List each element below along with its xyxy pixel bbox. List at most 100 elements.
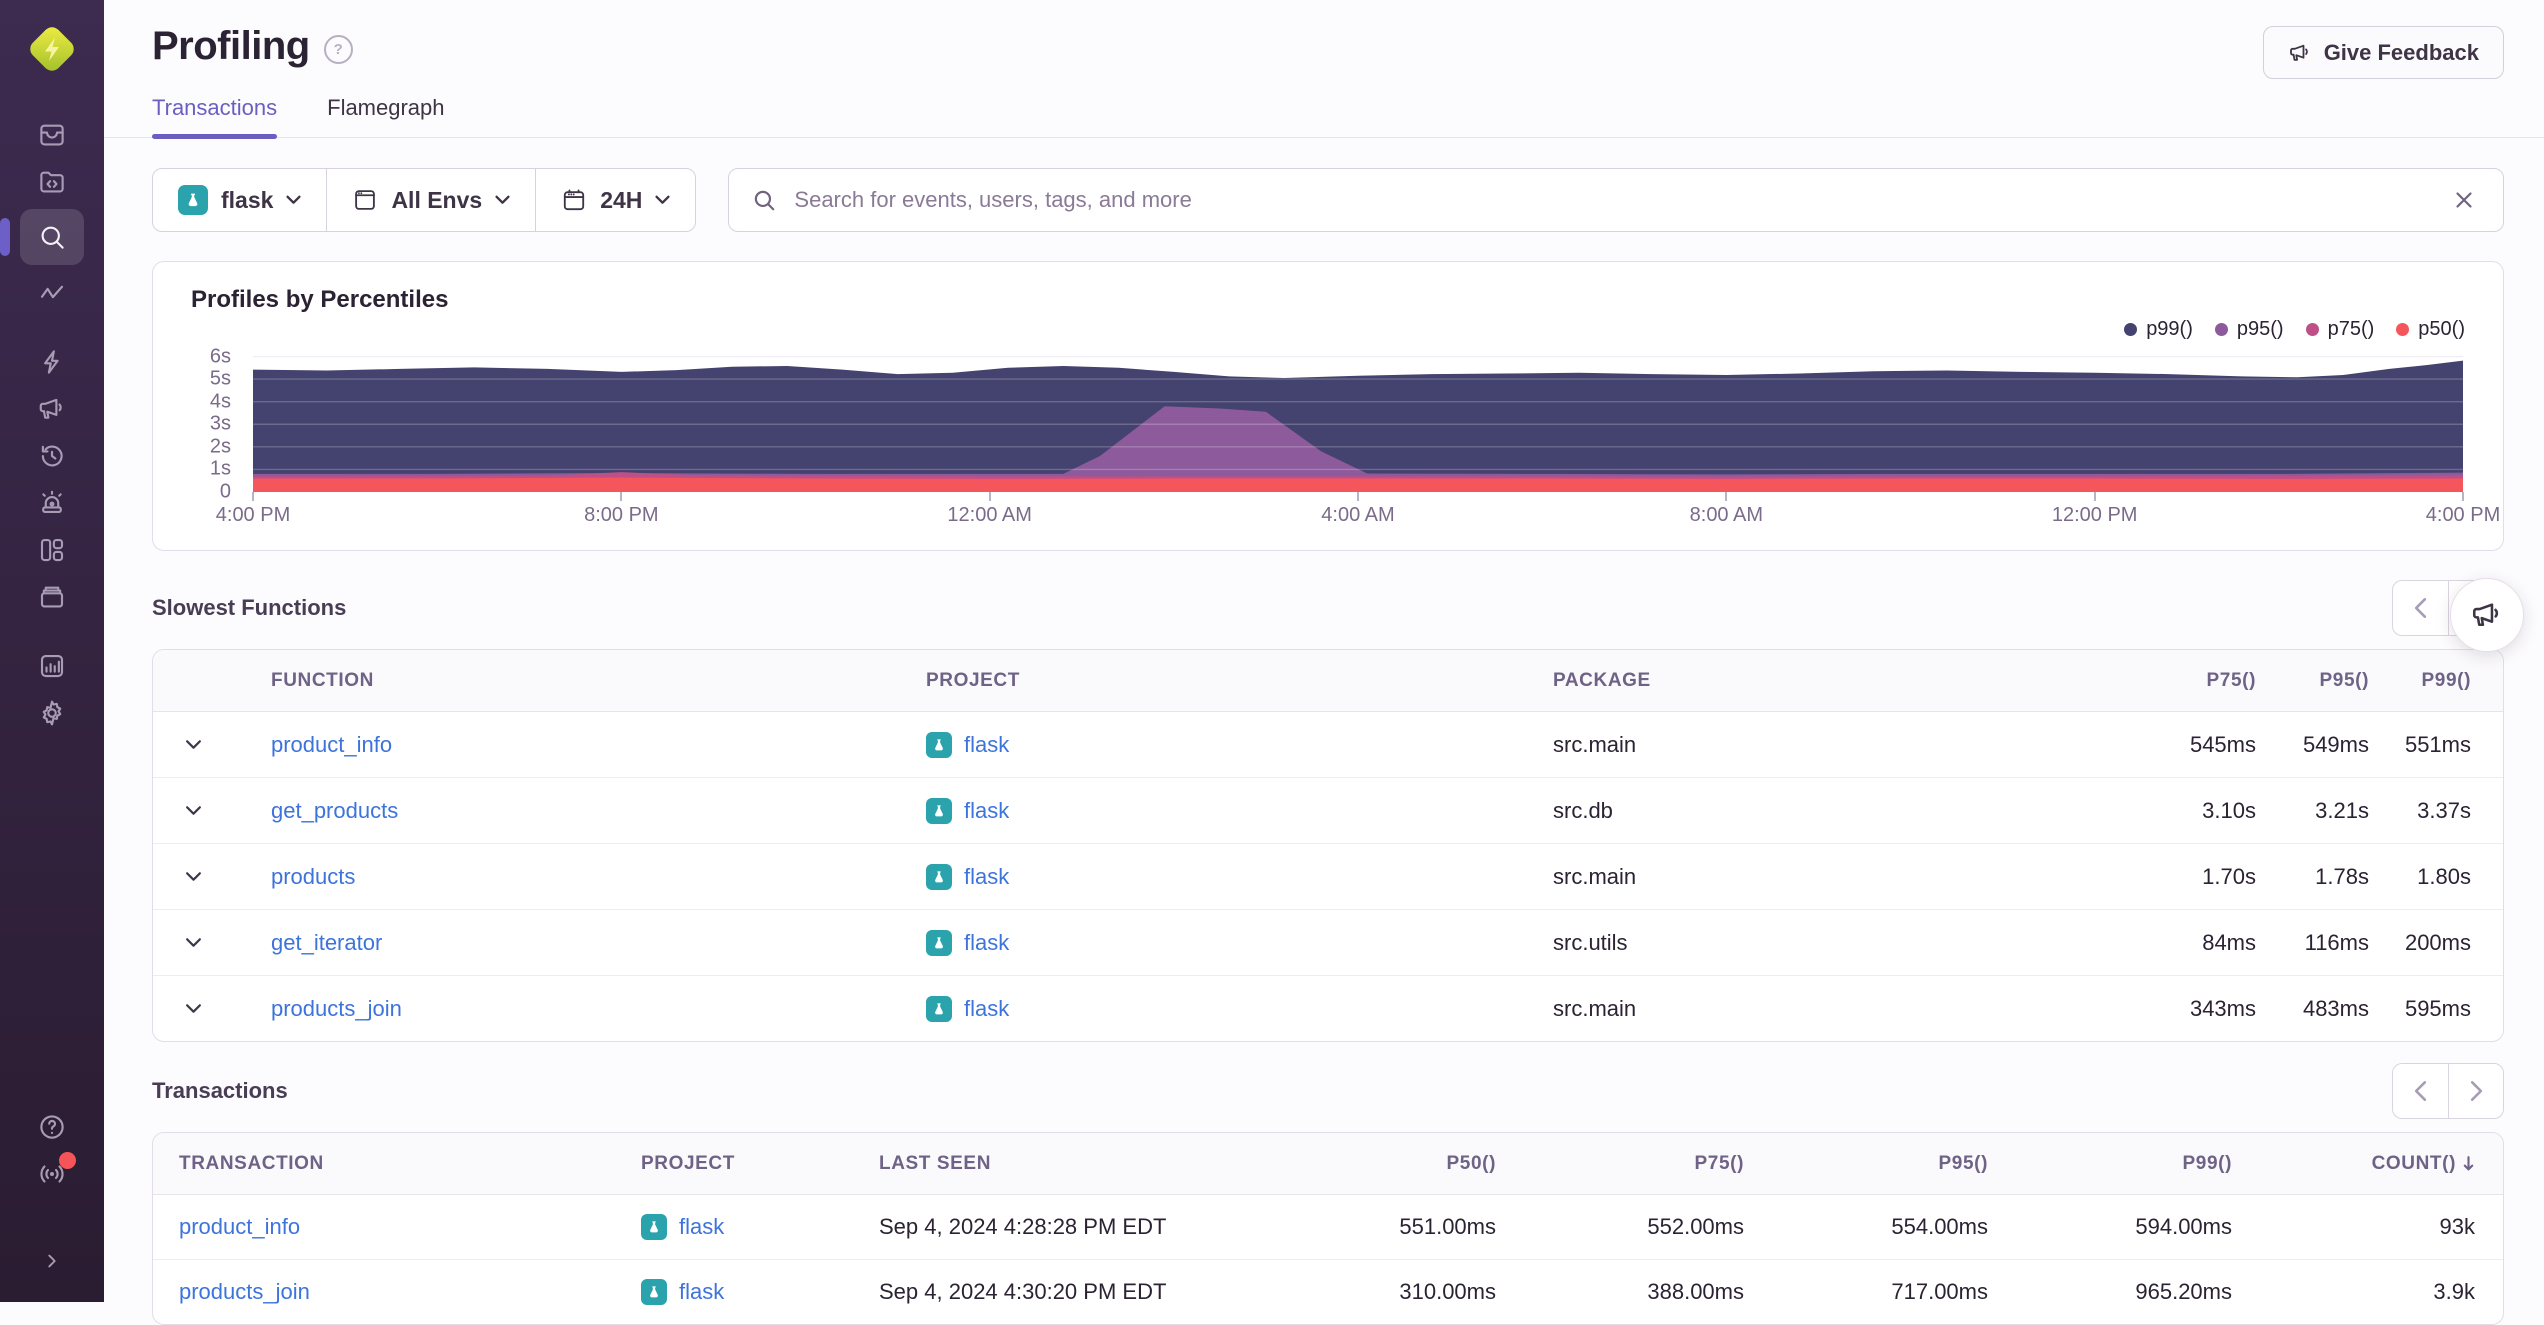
p50-cell: 310.00ms <box>1399 1279 1496 1304</box>
package-cell: src.main <box>1553 731 1637 757</box>
megaphone-icon <box>39 398 62 419</box>
column-p99: P99() <box>2182 1152 2232 1174</box>
transaction-link[interactable]: products_join <box>179 1279 310 1304</box>
chart-title: Profiles by Percentiles <box>191 286 449 313</box>
project-link[interactable]: flask <box>964 864 1009 890</box>
p99-cell: 200ms <box>2404 929 2471 955</box>
table-row: get_products flask src.db 3.10s 3.21s 3.37s <box>153 777 2503 843</box>
p95-cell: 483ms <box>2302 995 2369 1021</box>
search-bar <box>728 168 2504 232</box>
date-range-filter[interactable]: 24H <box>535 169 695 231</box>
function-link[interactable]: get_products <box>271 798 398 823</box>
environment-filter[interactable]: All Envs <box>326 169 535 231</box>
sidebar-item-help[interactable] <box>20 1103 84 1150</box>
legend-item-p95[interactable]: p95() <box>2214 318 2284 341</box>
chart-x-axis: 4:00 PM 8:00 PM 12:00 AM 4:00 AM 8:00 AM 12:0… <box>216 504 2500 534</box>
sidebar-item-replays[interactable] <box>20 432 84 479</box>
function-link[interactable]: products_join <box>271 996 402 1021</box>
lightning-icon <box>44 349 59 374</box>
tab-flamegraph[interactable]: Flamegraph <box>327 95 444 137</box>
sidebar-item-alerts[interactable] <box>20 479 84 526</box>
project-link[interactable]: flask <box>679 1214 724 1240</box>
x-axis-label: 8:00 PM <box>584 504 659 526</box>
expand-row-button[interactable] <box>153 870 217 883</box>
column-project: PROJECT <box>641 1152 735 1174</box>
transactions-table-header: TRANSACTION PROJECT LAST SEEN P50() P75(… <box>153 1133 2503 1195</box>
sidebar-item-projects[interactable] <box>20 158 84 205</box>
expand-row-button[interactable] <box>153 738 217 751</box>
folder-code-icon <box>40 171 64 192</box>
sidebar-item-stats[interactable] <box>20 642 84 689</box>
sidebar-item-traces[interactable] <box>20 269 84 316</box>
p75-cell: 3.10s <box>2202 797 2256 823</box>
project-link[interactable]: flask <box>679 1279 724 1305</box>
project-link[interactable]: flask <box>964 996 1009 1022</box>
sidebar-item-releases[interactable] <box>20 573 84 620</box>
transaction-link[interactable]: product_info <box>179 1214 300 1239</box>
column-last-seen: LAST SEEN <box>879 1152 992 1174</box>
close-icon <box>2456 192 2472 208</box>
sidebar-collapse-toggle[interactable] <box>20 1237 84 1284</box>
column-p95: P95() <box>1938 1152 1988 1174</box>
chevron-left-icon <box>2414 598 2427 618</box>
prev-page-button[interactable] <box>2392 1063 2448 1119</box>
x-axis-label: 8:00 AM <box>1689 504 1764 526</box>
siren-icon <box>42 490 62 513</box>
column-package: PACKAGE <box>1553 669 1651 691</box>
project-link[interactable]: flask <box>964 798 1009 824</box>
sidebar-item-settings[interactable] <box>20 689 84 736</box>
sidebar-item-issues[interactable] <box>20 111 84 158</box>
help-tooltip-icon[interactable]: ? <box>323 35 353 64</box>
p50-cell: 551.00ms <box>1399 1214 1496 1239</box>
sidebar-item-whats-new[interactable] <box>20 1150 84 1197</box>
expand-row-button[interactable] <box>153 804 217 817</box>
column-p95: P95() <box>2319 669 2369 691</box>
floating-feedback-button[interactable] <box>2450 578 2524 652</box>
chevron-down-icon <box>185 740 201 749</box>
x-axis-label: 4:00 PM <box>215 504 291 526</box>
chevron-down-icon <box>185 872 201 881</box>
megaphone-icon <box>2289 44 2308 61</box>
column-p75: P75() <box>2206 669 2256 691</box>
column-transaction: TRANSACTION <box>179 1152 324 1174</box>
filter-bar: flask All Envs 24H <box>152 168 2504 232</box>
package-cell: src.utils <box>1553 929 1628 955</box>
next-page-button[interactable] <box>2448 1063 2504 1119</box>
sidebar-item-feedback[interactable] <box>20 385 84 432</box>
prev-page-button[interactable] <box>2392 580 2448 636</box>
expand-row-button[interactable] <box>153 1002 217 1015</box>
sidebar-item-explore[interactable] <box>0 209 84 265</box>
expand-row-button[interactable] <box>153 936 217 949</box>
search-clear-button[interactable] <box>2447 183 2481 217</box>
legend-item-p99[interactable]: p99() <box>2124 318 2193 341</box>
function-link[interactable]: get_iterator <box>271 930 382 955</box>
sidebar-item-dashboards[interactable] <box>20 526 84 573</box>
p99-cell: 965.20ms <box>2135 1279 2232 1304</box>
chart-plot-area[interactable] <box>253 346 2463 492</box>
function-link[interactable]: products <box>271 864 355 889</box>
give-feedback-button[interactable]: Give Feedback <box>2262 26 2504 79</box>
column-count-sort[interactable]: COUNT() <box>2232 1153 2503 1175</box>
column-p50: P50() <box>1446 1152 1496 1174</box>
page-title: Profiling <box>152 24 310 68</box>
transactions-pagination <box>2392 1063 2504 1119</box>
project-link[interactable]: flask <box>964 732 1009 758</box>
project-filter[interactable]: flask <box>153 169 326 231</box>
function-link[interactable]: product_info <box>271 732 392 757</box>
sidebar-item-insights[interactable] <box>20 338 84 385</box>
y-axis-label: 0 <box>219 480 231 503</box>
project-link[interactable]: flask <box>964 930 1009 956</box>
table-row: products_join flask src.main 343ms 483ms 595m… <box>153 975 2503 1041</box>
count-cell: 93k <box>2439 1214 2475 1239</box>
window-icon <box>355 190 376 210</box>
table-row: products flask src.main 1.70s 1.78s 1.80s <box>153 843 2503 909</box>
flask-project-icon <box>178 185 208 215</box>
legend-item-p50[interactable]: p50() <box>2396 318 2465 341</box>
sentry-logo[interactable] <box>21 18 83 85</box>
tab-transactions[interactable]: Transactions <box>152 95 278 139</box>
legend-item-p75[interactable]: p75() <box>2305 318 2374 341</box>
search-input[interactable] <box>792 186 2432 214</box>
p75-cell: 84ms <box>2202 929 2256 955</box>
column-p99: P99() <box>2421 669 2471 691</box>
package-cell: src.db <box>1553 797 1613 823</box>
